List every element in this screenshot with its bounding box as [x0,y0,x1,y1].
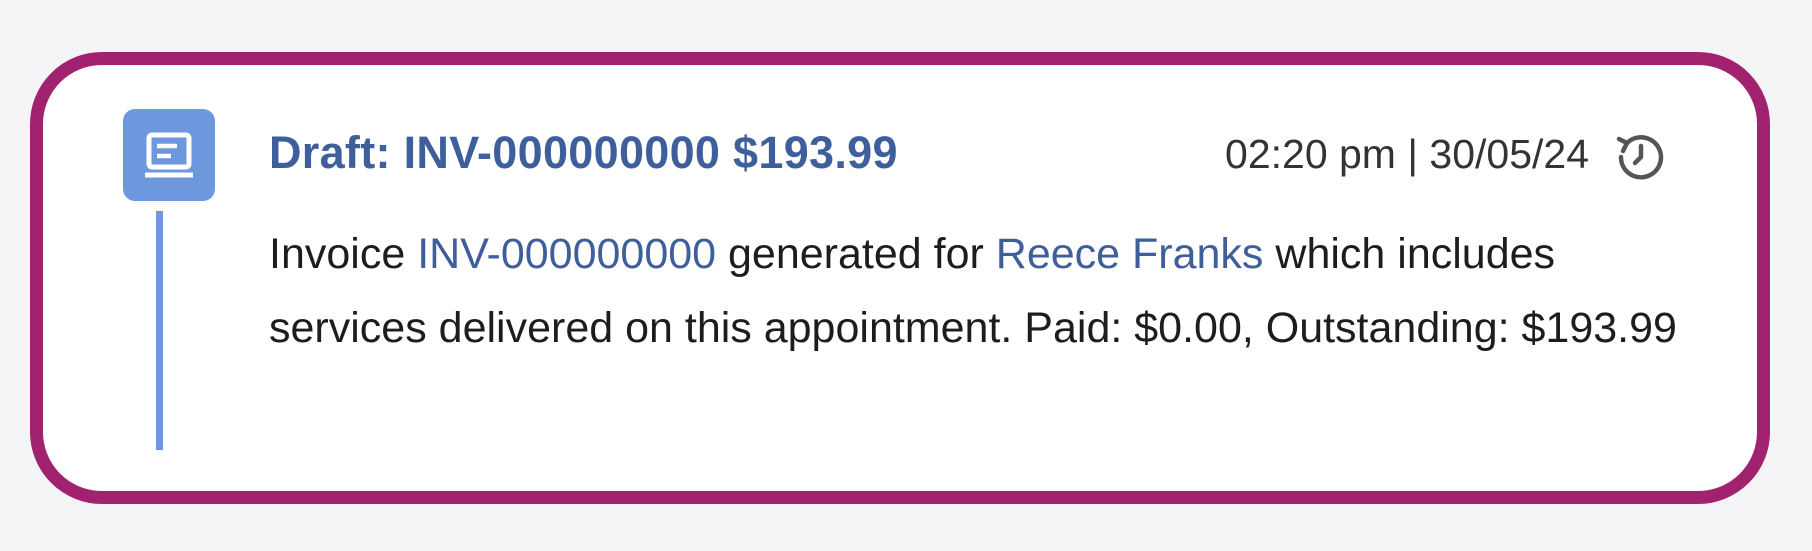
invoice-icon [123,109,215,201]
entry-timestamp: 02:20 pm | 30/05/24 [1225,131,1589,177]
entry-description: Invoice INV-000000000 generated for Reec… [269,217,1689,365]
description-prefix: Invoice [269,230,418,278]
activity-entry-card: Draft: INV-000000000 $193.99 02:20 pm | … [30,52,1770,504]
description-middle: generated for [716,230,996,278]
client-link[interactable]: Reece Franks [996,230,1264,278]
timeline-line [156,211,163,450]
history-icon[interactable] [1613,129,1669,185]
entry-title[interactable]: Draft: INV-000000000 $193.99 [269,127,898,179]
invoice-link[interactable]: INV-000000000 [417,230,716,278]
